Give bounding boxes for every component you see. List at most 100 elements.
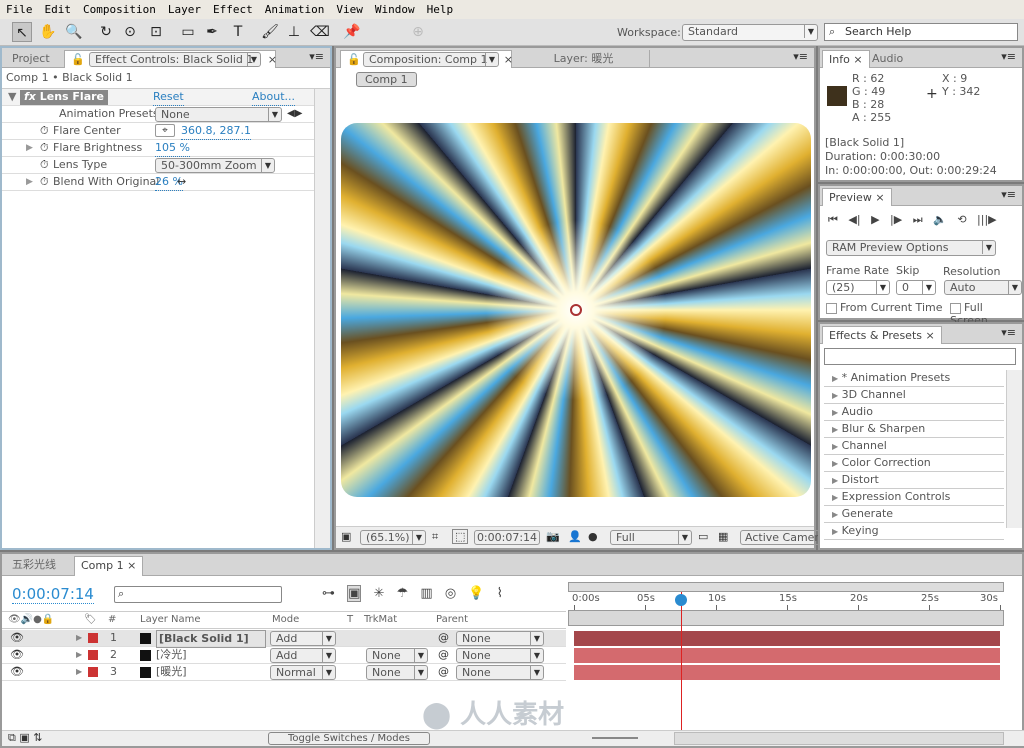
rotate-tool-icon[interactable]: ↻: [96, 22, 116, 42]
from-current-time-checkbox[interactable]: From Current Time: [826, 301, 942, 314]
blend-mode-dropdown[interactable]: Add: [270, 648, 336, 663]
menu-edit[interactable]: Edit: [39, 3, 78, 16]
menu-animation[interactable]: Animation: [259, 3, 331, 16]
effects-category[interactable]: ▶ Expression Controls: [824, 489, 1004, 506]
camera-dropdown[interactable]: Active Camera: [740, 530, 820, 545]
expand-triangle-icon[interactable]: ▶: [76, 647, 82, 663]
comp-viewer-lens-flare[interactable]: [341, 123, 811, 497]
lens-type-dropdown[interactable]: 50-300mm Zoom: [155, 158, 275, 173]
expand-triangle-icon[interactable]: ▶: [832, 493, 838, 502]
effects-category[interactable]: ▶ Keying: [824, 523, 1004, 540]
layer-name[interactable]: [暖光]: [156, 664, 187, 680]
menu-window[interactable]: Window: [369, 3, 421, 16]
region-of-interest-icon[interactable]: ⬚: [452, 529, 469, 544]
eye-icon[interactable]: 👁: [10, 647, 24, 663]
tab-project[interactable]: Project: [6, 50, 56, 68]
snapshot-icon[interactable]: 📷: [546, 530, 560, 543]
panel-menu-icon[interactable]: ▾≡: [793, 50, 808, 63]
hide-shy-layers-icon[interactable]: ☂: [397, 586, 409, 601]
brush-tool-icon[interactable]: 🖌: [260, 22, 280, 42]
menu-effect[interactable]: Effect: [207, 3, 259, 16]
effects-category[interactable]: ▶ Blur & Sharpen: [824, 421, 1004, 438]
comp-navigator-button[interactable]: Comp 1: [356, 72, 417, 87]
zoom-tool-icon[interactable]: 🔍: [64, 22, 84, 42]
tab-timeline-wucai[interactable]: 五彩光线: [6, 556, 62, 576]
resolution-dropdown[interactable]: Full: [610, 530, 692, 545]
flare-brightness-value[interactable]: 105 %: [155, 140, 190, 157]
effects-category[interactable]: ▶ Color Correction: [824, 455, 1004, 472]
horizontal-scrollbar[interactable]: [674, 732, 1004, 745]
graph-editor-icon[interactable]: ⌇: [497, 586, 503, 601]
expand-triangle-icon[interactable]: ▶: [26, 174, 33, 190]
label-color[interactable]: [88, 650, 98, 660]
lock-icon[interactable]: 🔓: [71, 53, 85, 66]
preset-nav-arrows-icon[interactable]: ◀▶: [287, 106, 302, 122]
camera-tool-icon[interactable]: ⊙: [120, 22, 140, 42]
tab-audio[interactable]: Audio: [866, 50, 920, 68]
ram-preview-options-dropdown[interactable]: RAM Preview Options: [826, 240, 996, 256]
expand-triangle-icon[interactable]: ▶: [832, 510, 838, 519]
layer-name[interactable]: [冷光]: [156, 647, 187, 663]
hand-tool-icon[interactable]: ✋: [38, 22, 58, 42]
play-icon[interactable]: ▶: [871, 213, 879, 226]
audio-icon[interactable]: 🔈: [933, 213, 947, 226]
crosshair-point-icon[interactable]: ⌖: [155, 124, 175, 137]
effect-controls-dropdown[interactable]: Effect Controls: Black Solid 1: [89, 52, 261, 67]
rectangle-tool-icon[interactable]: ▭: [178, 22, 198, 42]
text-tool-icon[interactable]: T: [228, 22, 248, 42]
stopwatch-icon[interactable]: ⏱: [40, 174, 49, 190]
motion-blur-icon[interactable]: ◎: [445, 586, 456, 601]
track-matte-dropdown[interactable]: None: [366, 648, 428, 663]
effects-category[interactable]: ▶ Audio: [824, 404, 1004, 421]
label-color[interactable]: [88, 667, 98, 677]
effects-category[interactable]: ▶ Generate: [824, 506, 1004, 523]
expand-triangle-icon[interactable]: ▶: [832, 442, 838, 451]
effects-category[interactable]: ▶ Distort: [824, 472, 1004, 489]
blend-mode-dropdown[interactable]: Normal: [270, 665, 336, 680]
menu-help[interactable]: Help: [421, 3, 460, 16]
expand-triangle-icon[interactable]: ▶: [76, 630, 82, 646]
frame-rate-dropdown[interactable]: (25): [826, 280, 890, 295]
panel-menu-icon[interactable]: ▾≡: [1001, 326, 1016, 339]
layer-row[interactable]: 👁 ▶ 3 [暖光] Normal None @ None: [2, 664, 566, 681]
layer-duration-bar[interactable]: [574, 665, 1000, 680]
menu-layer[interactable]: Layer: [162, 3, 207, 16]
eraser-tool-icon[interactable]: ⌫: [310, 22, 330, 42]
time-navigator[interactable]: [568, 582, 1004, 592]
menu-view[interactable]: View: [330, 3, 369, 16]
expand-triangle-icon[interactable]: ▶: [76, 664, 82, 680]
effects-category[interactable]: ▶ 3D Channel: [824, 387, 1004, 404]
effects-category[interactable]: ▶ Channel: [824, 438, 1004, 455]
frame-blending-icon[interactable]: ▥: [420, 586, 432, 601]
pick-whip-icon[interactable]: @: [438, 647, 449, 663]
panel-menu-icon[interactable]: ▾≡: [309, 50, 324, 63]
expand-triangle-icon[interactable]: ▼: [8, 89, 16, 105]
stopwatch-icon[interactable]: ⏱: [40, 157, 49, 173]
ram-preview-icon[interactable]: |||▶: [977, 213, 997, 226]
effects-search-input[interactable]: [824, 348, 1016, 365]
expand-triangle-icon[interactable]: ▶: [832, 425, 838, 434]
search-help-input[interactable]: ⌕ Search Help: [824, 23, 1018, 41]
effect-header[interactable]: fx Lens Flare: [20, 90, 109, 105]
close-icon[interactable]: ×: [268, 51, 277, 68]
tab-layer[interactable]: Layer: 暖光: [518, 50, 650, 68]
layer-row[interactable]: 👁 ▶ 1 [Black Solid 1] Add @ None: [2, 630, 566, 648]
timeline-current-time[interactable]: 0:00:07:14: [12, 585, 94, 604]
animation-presets-dropdown[interactable]: None: [155, 107, 282, 122]
tab-info[interactable]: Info ×: [822, 50, 870, 68]
expand-triangle-icon[interactable]: ▶: [832, 459, 838, 468]
previous-frame-icon[interactable]: ◀|: [848, 213, 860, 226]
comp-mini-flowchart-icon[interactable]: ⊶: [322, 586, 335, 601]
timeline-search-input[interactable]: ⌕: [114, 586, 282, 603]
tab-composition[interactable]: 🔓 Composition: Comp 1 ×: [340, 50, 513, 68]
layer-duration-bar[interactable]: [574, 648, 1000, 663]
channel-icon[interactable]: ●: [588, 530, 598, 543]
expand-triangle-icon[interactable]: ▶: [832, 391, 838, 400]
selection-tool-icon[interactable]: ↖: [12, 22, 32, 42]
stopwatch-icon[interactable]: ⏱: [40, 140, 49, 156]
reset-link[interactable]: Reset: [153, 89, 184, 106]
tab-comp-1[interactable]: Comp 1 ×: [74, 556, 144, 576]
expand-triangle-icon[interactable]: ▶: [832, 408, 838, 417]
expand-triangle-icon[interactable]: ▶: [26, 140, 33, 156]
first-frame-icon[interactable]: ⏮: [828, 213, 838, 226]
